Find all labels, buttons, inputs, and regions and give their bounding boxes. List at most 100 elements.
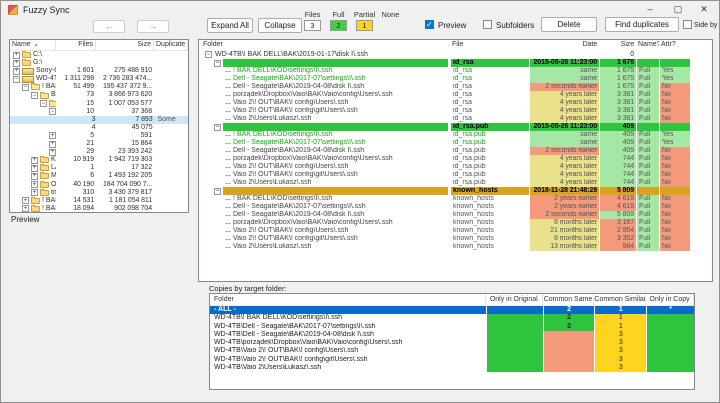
tree-expand-glyph[interactable]: − [40, 100, 47, 108]
tree-expand-glyph[interactable]: − [49, 108, 56, 116]
tree-collapse-glyph[interactable]: − [214, 123, 221, 131]
dup-root-row[interactable]: − WD-4TB\! BAK DELL\BAK\2019-01-17\disk I… [199, 50, 712, 59]
dup-file-row[interactable]: Dell - Seagate\BAK\2019-04-08\disk I\.ss… [199, 83, 712, 91]
dup-col-name-match[interactable]: Name? [636, 40, 659, 50]
dup-file-row[interactable]: Dell - Seagate\BAK\2017-07\settings\I\.s… [199, 75, 712, 83]
tree-expand-glyph[interactable]: + [31, 172, 38, 180]
tree-row[interactable]: +tmp 310 3 430 379 817 [10, 189, 188, 197]
back-button[interactable]: ← [93, 20, 125, 33]
tree-expand-glyph[interactable]: + [22, 197, 29, 205]
tree-row[interactable]: + Sony-O [1 60... 1 601 275 488 910 [10, 67, 188, 75]
dup-file-row[interactable]: Vaio 2\Users\Łukasz\.ssh id_rsa.pub 4 year… [199, 179, 712, 187]
copies-col-common-similar[interactable]: Common Similar [594, 294, 647, 305]
tree-row[interactable]: + C:\ [10, 51, 188, 59]
copies-col-only-copy[interactable]: Only in Copy [646, 294, 694, 305]
dup-file-row[interactable]: Dell - Seagate\BAK\2019-04-08\disk I\.ss… [199, 147, 712, 155]
preview-checkbox[interactable] [425, 20, 434, 29]
tree-expand-glyph[interactable]: + [31, 189, 38, 197]
copies-col-only-original[interactable]: Only in Original [486, 294, 543, 305]
tree-collapse-glyph[interactable]: − [205, 51, 212, 58]
dup-col-date[interactable]: Date [529, 40, 599, 50]
tree-row[interactable]: +MOJE 6 1 493 192 205 [10, 172, 188, 180]
target-folder-row[interactable]: WD-4TB\! BAK DELL\KOD\settings\I\.ssh 2 1 [210, 314, 694, 323]
tree-row[interactable]: +folder... 21 15 864 [10, 140, 188, 148]
tree-expand-glyph[interactable]: + [49, 140, 56, 148]
tree-expand-glyph[interactable]: + [31, 156, 38, 164]
copies-col-folder[interactable]: Folder [210, 294, 486, 305]
tree-row[interactable]: −BAK 73 3 866 973 620 [10, 91, 188, 100]
dup-col-attr-match[interactable]: Attr? [659, 40, 690, 50]
tree-expand-glyph[interactable]: + [22, 205, 29, 212]
tree-expand-glyph[interactable]: + [49, 132, 56, 140]
dup-col-size[interactable]: Size [599, 40, 636, 50]
target-folder-row[interactable]: - ALL - 2 1 * [210, 306, 694, 315]
tree-collapse-glyph[interactable]: − [214, 187, 221, 195]
tree-row[interactable]: − ! BAK DELL 51 499 195 437 372 9... [10, 83, 188, 91]
tree-row[interactable]: −2019-... 15 1 007 053 577 [10, 100, 188, 108]
dup-file-row[interactable]: ! BAK DELL\KOD\settings\I\.ssh id_rsa.pub… [199, 131, 712, 139]
tree-row[interactable]: .ssh 3 7 893 Some [10, 115, 188, 124]
tree-expand-glyph[interactable]: − [31, 92, 38, 100]
tree-expand-glyph[interactable]: − [13, 75, 20, 83]
dup-file-row[interactable]: Vaio 2\! OUT\BAK\! config\Users\.ssh know… [199, 227, 712, 235]
dup-col-file[interactable]: File [450, 40, 529, 50]
dup-file-row[interactable]: Vaio 2\! OUT\BAK\! config\Users\.ssh id_r… [199, 99, 712, 107]
expand-all-button[interactable]: Expand All [207, 18, 253, 33]
forward-button[interactable]: → [137, 20, 169, 33]
tree-collapse-glyph[interactable]: − [214, 59, 221, 67]
dup-file-row[interactable]: porządek\Dropbox\Vaio\BAK\Vaio\config\Us… [199, 219, 712, 227]
tree-expand-glyph[interactable]: + [13, 51, 20, 59]
dup-file-row[interactable]: porządek\Dropbox\Vaio\BAK\Vaio\config\Us… [199, 91, 712, 99]
dup-file-row[interactable]: Vaio 2\! OUT\BAK\! config\git\Users\.ssh… [199, 107, 712, 115]
find-duplicates-button[interactable]: Find duplicates [605, 17, 679, 32]
subfolders-checkbox[interactable] [483, 20, 492, 29]
tree-row[interactable]: +Chro... 5 591 [10, 132, 188, 140]
dup-file-row[interactable]: Vaio 2\Users\Łukasz\.ssh id_rsa 4 years la… [199, 115, 712, 123]
tree-row[interactable]: +LAST 1 17 322 [10, 164, 188, 172]
dup-group-header[interactable]: − id_rsa.pub 2015-05-26 11:23:00 409 [199, 123, 712, 131]
tree-expand-glyph[interactable]: + [49, 148, 56, 156]
target-folder-row[interactable]: WD-4TB\Vaio 2\! OUT\BAK\! config\git\Use… [210, 355, 694, 365]
collapse-button[interactable]: Collapse [258, 18, 302, 33]
side-by-side-checkbox[interactable] [683, 20, 692, 29]
tree-row[interactable]: +Pr... 4 45 075 [10, 124, 188, 132]
tree-row[interactable]: − WD-4TB [1 3... 1 311 298 2 736 283 474... [10, 75, 188, 83]
dup-file-row[interactable]: Vaio 2\Users\Łukasz\.ssh known_hosts 13 mo… [199, 243, 712, 251]
tree-row[interactable]: +settin... 29 23 393 242 [10, 148, 188, 156]
preview-checkbox-label[interactable]: Preview [438, 21, 466, 30]
dup-file-row[interactable]: porządek\Dropbox\Vaio\BAK\Vaio\config\Us… [199, 155, 712, 163]
side-by-side-checkbox-label[interactable]: Side by side [694, 22, 719, 29]
dup-group-header[interactable]: − known_hosts 2018-11-28 21:48:28 5 809 [199, 187, 712, 195]
target-folder-row[interactable]: WD-4TB\Vaio 2\! OUT\BAK\! config\Users\.… [210, 347, 694, 356]
dup-file-row[interactable]: Vaio 2\! OUT\BAK\! config\git\Users\.ssh… [199, 171, 712, 179]
delete-button[interactable]: Delete [541, 17, 597, 32]
tree-row[interactable]: + G:\ [10, 59, 188, 67]
target-folder-row[interactable]: WD-4TB\Dell - Seagate\BAK\2019-04-08\dis… [210, 330, 694, 340]
dup-file-row[interactable]: Dell - Seagate\BAK\2017-07\settings\I\.s… [199, 139, 712, 147]
tree-expand-glyph[interactable]: + [13, 67, 20, 75]
dup-file-row[interactable]: Dell - Seagate\BAK\2017-07\settings\I\.s… [199, 203, 712, 211]
dup-file-row[interactable]: Vaio 2\! OUT\BAK\! config\git\Users\.ssh… [199, 235, 712, 243]
tree-row[interactable]: +KOD 10 919 1 942 719 303 [10, 156, 188, 164]
dup-col-folder[interactable]: Folder [199, 40, 450, 50]
dup-group-header[interactable]: − id_rsa 2015-05-26 11:23:00 1 675 [199, 59, 712, 67]
dup-file-row[interactable]: ! BAK DELL\KOD\settings\I\.ssh known_host… [199, 195, 712, 203]
tree-row[interactable]: + ! BAK DELL -... 18 094 902 098 704 [10, 205, 188, 212]
target-folder-row[interactable]: WD-4TB\Dell - Seagate\BAK\2017-07\settin… [210, 322, 694, 331]
subfolders-checkbox-label[interactable]: Subfolders [496, 21, 534, 30]
tree-expand-glyph[interactable]: + [31, 181, 38, 189]
target-folder-row[interactable]: WD-4TB\porządek\Dropbox\Vaio\BAK\Vaio\co… [210, 339, 694, 348]
tree-expand-glyph[interactable]: − [22, 83, 29, 91]
tree-row[interactable]: +OUT 40 190 184 704 090 7... [10, 181, 188, 189]
tree-col-files[interactable]: Files [56, 40, 96, 50]
tree-row[interactable]: −di... 10 37 368 [10, 108, 188, 116]
tree-col-duplicate[interactable]: Duplicate [154, 40, 188, 50]
target-folder-row[interactable]: WD-4TB\Vaio 2\Users\Łukasz\.ssh 3 [210, 364, 694, 373]
dup-file-row[interactable]: Dell - Seagate\BAK\2019-04-08\disk I\.ss… [199, 211, 712, 219]
tree-col-name[interactable]: Name ▲ [10, 40, 56, 50]
tree-col-size[interactable]: Size [96, 40, 154, 50]
close-button[interactable]: ✕ [691, 1, 717, 19]
copies-col-common-same[interactable]: Common Same [543, 294, 595, 305]
tree-row[interactable]: + ! BAK DELL -... 14 531 1 181 054 811 [10, 197, 188, 205]
tree-expand-glyph[interactable]: + [13, 59, 20, 67]
